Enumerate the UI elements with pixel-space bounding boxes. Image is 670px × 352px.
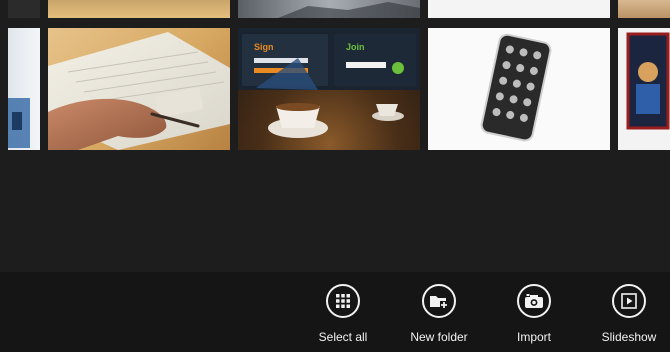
screen-heading-left: Sign [254, 42, 274, 52]
photo-tile[interactable] [48, 0, 230, 18]
photo-tile[interactable] [428, 0, 610, 18]
slideshow-label: Slideshow [601, 330, 657, 344]
photo-tile[interactable] [238, 0, 420, 18]
phone-case-photo [480, 33, 552, 142]
photo-thumbnail [278, 2, 420, 18]
photo-tile[interactable] [618, 28, 670, 150]
select-all-label: Select all [318, 330, 368, 344]
photo-tile[interactable] [48, 28, 230, 150]
photo-thumbnail [8, 98, 30, 148]
cafe-website-photo: Sign Join [238, 28, 420, 138]
photo-tile[interactable] [618, 0, 670, 18]
folder-add-icon [422, 284, 456, 318]
laptop-photo [48, 32, 230, 150]
grid-icon [326, 284, 360, 318]
camera-import-icon [517, 284, 551, 318]
new-folder-label: New folder [410, 330, 468, 344]
play-icon [612, 284, 646, 318]
select-all-button[interactable]: Select all [307, 284, 379, 344]
new-folder-button[interactable]: New folder [403, 284, 475, 344]
import-button[interactable]: Import [498, 284, 570, 344]
photo-tile[interactable] [8, 28, 40, 150]
screen-heading-right: Join [346, 42, 365, 52]
photo-tile[interactable]: Sign Join [238, 28, 420, 150]
photo-tile[interactable] [8, 0, 40, 18]
poster-photo [626, 32, 670, 130]
slideshow-button[interactable]: Slideshow [593, 284, 665, 344]
app-bar: Select all New folder Import Slideshow [0, 272, 670, 352]
import-label: Import [516, 330, 551, 344]
photo-gallery: Sign Join [0, 0, 670, 272]
photo-tile[interactable] [428, 28, 610, 150]
